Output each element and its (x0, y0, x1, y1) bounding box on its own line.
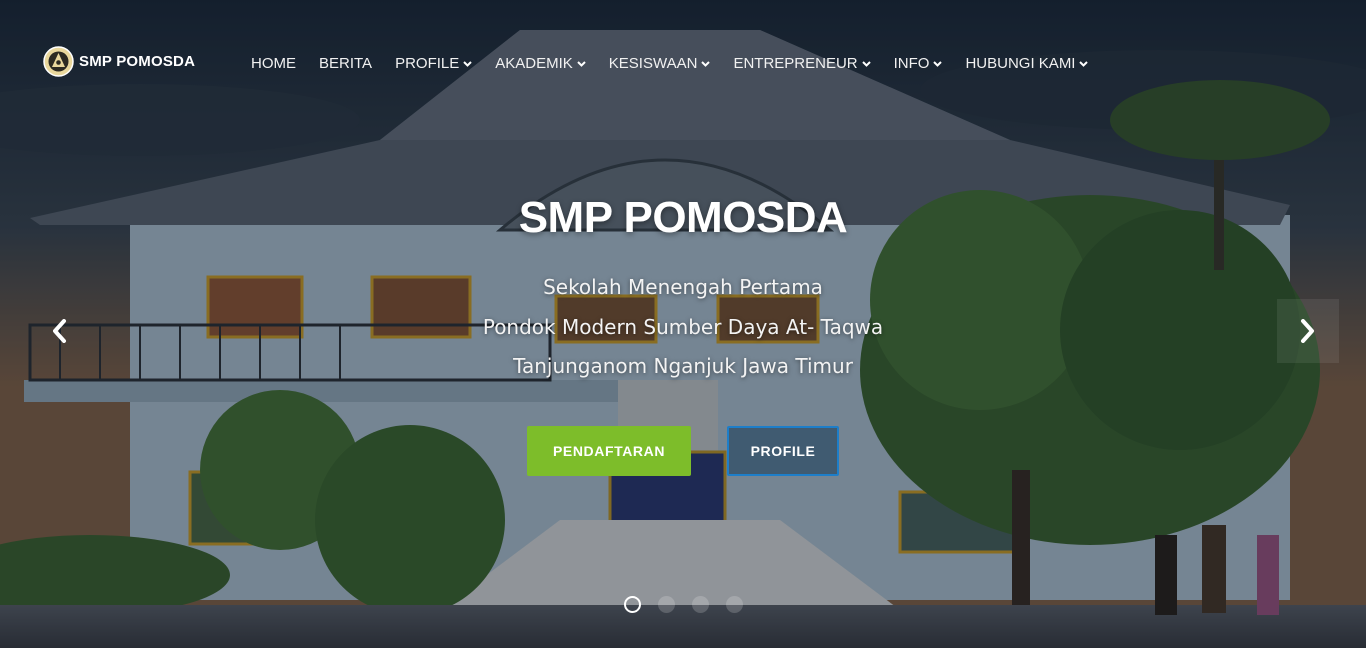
carousel-dot-1[interactable] (624, 596, 641, 613)
nav-item-info[interactable]: INFO (894, 55, 943, 72)
nav-item-akademik[interactable]: AKADEMIK (495, 55, 586, 72)
chevron-down-icon (701, 60, 711, 67)
nav-item-label: ENTREPRENEUR (733, 55, 858, 72)
nav-item-label: HOME (251, 55, 296, 72)
carousel-dot-3[interactable] (692, 596, 709, 613)
nav-item-entrepreneur[interactable]: ENTREPRENEUR (733, 55, 871, 72)
carousel-prev-button[interactable] (28, 299, 90, 363)
hero-title: SMP POMOSDA (518, 193, 848, 242)
nav-item-label: PROFILE (395, 55, 460, 72)
chevron-right-icon (1301, 319, 1314, 343)
nav-item-label: INFO (893, 55, 930, 72)
nav-item-label: BERITA (319, 55, 373, 72)
brand-name: SMP POMOSDA (79, 53, 196, 70)
carousel-dot-4[interactable] (726, 596, 743, 613)
nav-item-home[interactable]: HOME (251, 55, 296, 72)
nav-item-label: HUBUNGI KAMI (965, 55, 1076, 72)
main-nav: HOME BERITA PROFILE AKADEMIK KESISWAAN E… (251, 55, 1111, 72)
nav-item-hubungi-kami[interactable]: HUBUNGI KAMI (965, 55, 1089, 72)
chevron-down-icon (463, 60, 472, 67)
carousel-indicators (624, 596, 743, 613)
nav-item-kesiswaan[interactable]: KESISWAAN (609, 55, 711, 72)
nav-item-label: KESISWAAN (608, 55, 698, 72)
brand[interactable]: SMP POMOSDA (43, 46, 195, 77)
school-emblem-icon (43, 46, 74, 77)
chevron-left-icon (53, 319, 66, 343)
hero-line-1: Sekolah Menengah Pertama (543, 275, 823, 299)
carousel-dot-2[interactable] (658, 596, 675, 613)
carousel-next-button[interactable] (1277, 299, 1339, 363)
nav-item-profile[interactable]: PROFILE (395, 55, 472, 72)
chevron-down-icon (577, 60, 586, 67)
profile-button[interactable]: PROFILE (727, 426, 839, 476)
chevron-down-icon (1079, 60, 1089, 67)
nav-item-berita[interactable]: BERITA (319, 55, 372, 72)
nav-item-label: AKADEMIK (495, 55, 573, 72)
hero-line-3: Tanjunganom Nganjuk Jawa Timur (513, 354, 853, 378)
hero-subtitle: Sekolah Menengah Pertama Pondok Modern S… (0, 268, 1366, 387)
chevron-down-icon (861, 60, 871, 67)
chevron-down-icon (933, 60, 943, 67)
pendaftaran-button[interactable]: PENDAFTARAN (527, 426, 691, 476)
hero-line-2: Pondok Modern Sumber Daya At- Taqwa (482, 314, 884, 339)
